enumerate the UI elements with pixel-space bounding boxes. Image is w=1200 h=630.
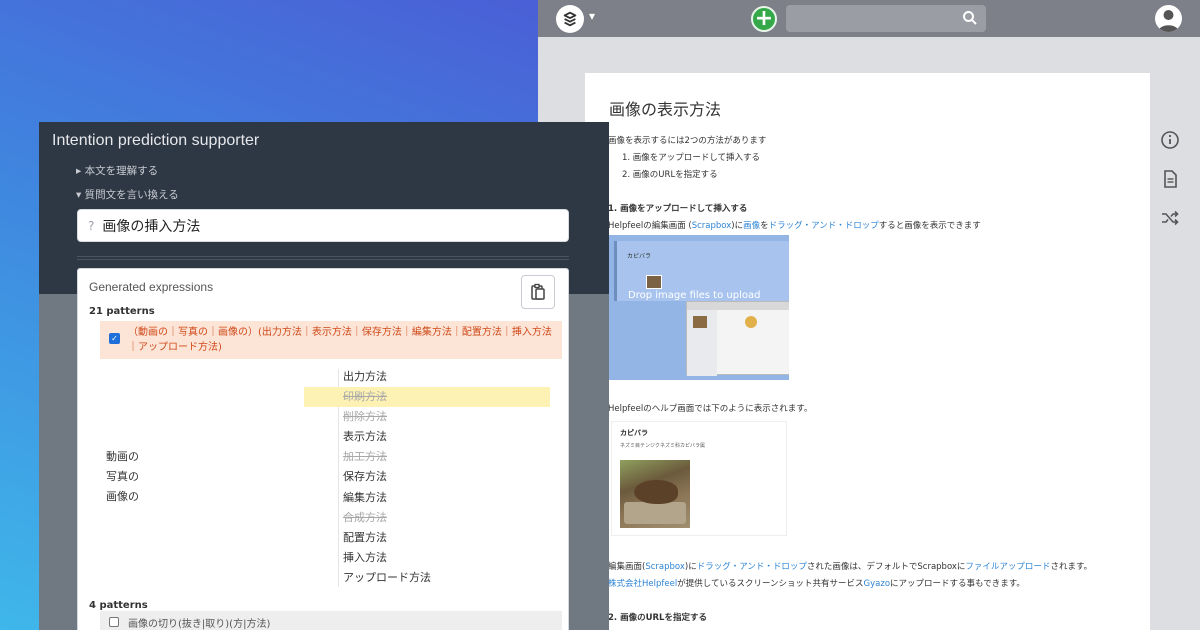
text: を — [760, 221, 769, 231]
scrapbox-page: 画像の表示方法 画像を表示するには2つの方法があります 1. 画像をアップロード… — [585, 73, 1150, 630]
search-icon — [963, 11, 977, 25]
shuffle-icon[interactable] — [1160, 208, 1180, 228]
capybara-photo — [620, 460, 690, 528]
left-term: 画像の — [106, 490, 139, 503]
link-drag-and-drop[interactable]: ドラッグ・アンド・ドロップ — [697, 562, 807, 572]
scrapbox-header: ▾ + — [538, 0, 1200, 37]
generated-expressions-card: Generated expressions 21 patterns ✓ （動画の… — [77, 268, 569, 630]
text: にアップロードする事もできます。 — [890, 579, 1025, 589]
scrapbox-logo-icon[interactable] — [556, 5, 584, 33]
link-scrapbox[interactable]: Scrapbox — [692, 221, 732, 231]
section1-heading: 1. 画像をアップロードして挿入する — [608, 204, 748, 214]
screenshot-caption: カピバラ — [620, 429, 648, 437]
list-item: 1. 画像をアップロードして挿入する — [622, 153, 761, 163]
list-item: 2. 画像のURLを指定する — [622, 170, 718, 180]
left-term: 動画の — [106, 450, 139, 463]
checkbox-checked[interactable]: ✓ — [109, 333, 120, 344]
right-term[interactable]: アップロード方法 — [304, 568, 550, 588]
upload-screenshot-image: カピバラ Drop image files to upload — [608, 235, 789, 380]
right-term[interactable]: 削除方法 — [304, 407, 550, 427]
finder-window-image — [686, 301, 789, 376]
pattern-row[interactable]: 画像の切り(抜き|取り)(方|方法) — [100, 611, 562, 630]
checkbox-unchecked[interactable] — [109, 617, 119, 627]
left-term: 写真の — [106, 470, 139, 483]
info-icon[interactable] — [1160, 130, 1180, 150]
gyazo-note-text: 株式会社Helpfeelが提供しているスクリーンショット共有サービスGyazoに… — [608, 577, 1025, 589]
pattern-expression: 画像の切り(抜き|取り)(方|方法) — [128, 619, 271, 630]
right-term[interactable]: 挿入方法 — [304, 548, 550, 568]
question-mark-icon: ? — [88, 218, 95, 233]
text: されます。 — [1050, 562, 1093, 572]
right-term[interactable]: 印刷方法 — [304, 387, 550, 408]
link-drag-and-drop[interactable]: ドラッグ・アンド・ドロップ — [769, 221, 879, 231]
intro-text: 画像を表示するには2つの方法があります — [608, 136, 767, 146]
pattern-row[interactable]: ✓ （動画の｜写真の｜画像の）(出力方法｜表示方法｜保存方法｜編集方法｜配置方法… — [100, 321, 562, 359]
toggle-rephrase-question[interactable]: ▾ 質問文を言い換える — [76, 187, 179, 202]
text: Helpfeelの編集画面 ( — [608, 221, 692, 231]
dragged-thumbnail — [646, 275, 662, 289]
text: された画像は、デフォルトでScrapboxに — [806, 562, 966, 572]
toggle-understand-text[interactable]: ▸ 本文を理解する — [76, 163, 158, 178]
pattern-count: 21 patterns — [89, 306, 155, 317]
link-scrapbox[interactable]: Scrapbox — [645, 562, 685, 572]
document-icon[interactable] — [1160, 169, 1180, 189]
divider — [77, 256, 569, 260]
user-avatar-icon[interactable] — [1155, 5, 1182, 32]
link-helpfeel[interactable]: 株式会社Helpfeel — [608, 579, 677, 589]
page-title: 画像の表示方法 — [609, 100, 722, 119]
question-input-value: 画像の挿入方法 — [102, 218, 201, 235]
link-image[interactable]: 画像 — [743, 221, 760, 231]
page-side-toolbar — [1160, 130, 1184, 247]
question-input[interactable]: ? 画像の挿入方法 — [77, 209, 569, 242]
scrapbox-window: ▾ + 画像の表示方法 画像を表示するには2つの方法があります 1. 画像をアッ… — [538, 0, 1200, 630]
text: が提供しているスクリーンショット共有サービス — [677, 579, 864, 589]
text: )に — [684, 562, 697, 572]
section1-text: Helpfeelの編集画面 (Scrapbox)に画像をドラッグ・アンド・ドロッ… — [608, 219, 981, 231]
right-term[interactable]: 表示方法 — [304, 427, 550, 447]
pattern-expression: （動画の｜写真の｜画像の）(出力方法｜表示方法｜保存方法｜編集方法｜配置方法｜挿… — [128, 327, 552, 353]
left-terms-column: 動画の 写真の 画像の — [106, 447, 139, 507]
intention-supporter-panel: Intention prediction supporter ▸ 本文を理解する… — [39, 122, 609, 630]
panel-title: Intention prediction supporter — [52, 132, 260, 149]
right-term[interactable]: 保存方法 — [304, 467, 550, 487]
right-term[interactable]: 配置方法 — [304, 528, 550, 548]
search-input[interactable] — [786, 5, 986, 32]
help-text: Helpfeelのヘルプ画面では下のように表示されます。 — [608, 404, 813, 414]
chevron-down-icon[interactable]: ▾ — [589, 9, 595, 23]
screenshot-subtitle: ネズミ目テンジクネズミ科カピバラ属 — [620, 443, 706, 449]
clipboard-icon — [531, 283, 545, 300]
screenshot-caption: カピバラ — [627, 253, 652, 260]
help-screenshot-image: カピバラ ネズミ目テンジクネズミ科カピバラ属 — [611, 421, 787, 536]
right-term[interactable]: 合成方法 — [304, 508, 550, 528]
right-term[interactable]: 編集方法 — [304, 488, 550, 508]
link-gyazo[interactable]: Gyazo — [864, 579, 891, 589]
pattern-count: 4 patterns — [89, 600, 148, 611]
text: )に — [731, 221, 744, 231]
drop-hint-text: Drop image files to upload — [628, 290, 761, 301]
text: すると画像を表示できます — [878, 221, 981, 231]
right-term[interactable]: 出力方法 — [304, 367, 550, 387]
copy-button[interactable] — [521, 275, 555, 309]
right-term[interactable]: 加工方法 — [304, 447, 550, 467]
card-title: Generated expressions — [89, 280, 214, 294]
link-file-upload[interactable]: ファイルアップロード — [965, 562, 1050, 572]
upload-note-text: 編集画面(Scrapbox)にドラッグ・アンド・ドロップされた画像は、デフォルト… — [608, 560, 1092, 572]
text: 編集画面( — [608, 562, 646, 572]
section2-heading: 2. 画像のURLを指定する — [608, 613, 707, 623]
right-terms-column: 出力方法 印刷方法 削除方法 表示方法 加工方法 保存方法 編集方法 合成方法 配置方法 挿入方法… — [304, 367, 550, 588]
new-page-plus-icon[interactable]: + — [751, 6, 777, 32]
